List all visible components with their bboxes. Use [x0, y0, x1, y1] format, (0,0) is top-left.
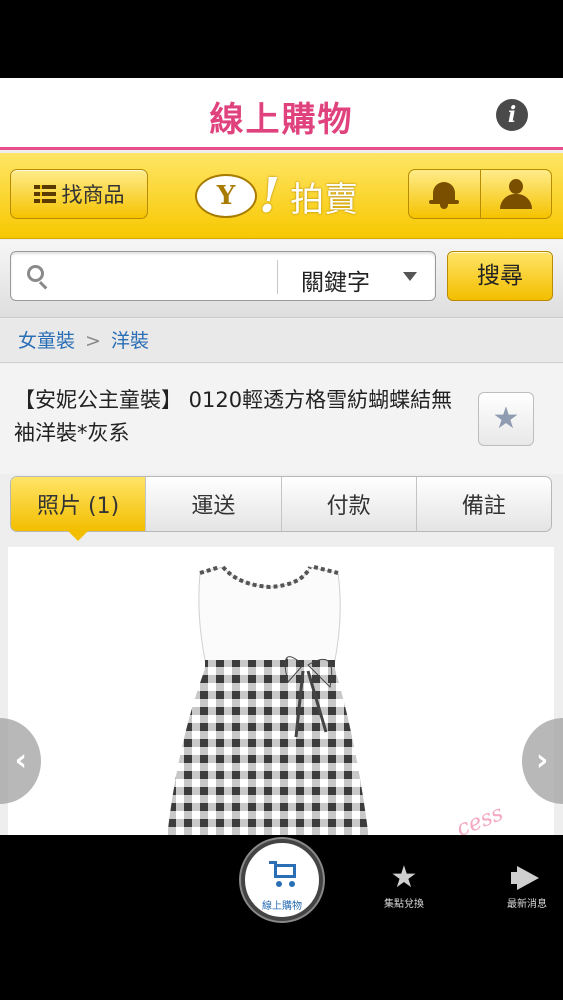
- bottom-nav-news[interactable]: 最新消息: [492, 861, 562, 910]
- star-icon: ★: [390, 860, 418, 895]
- bottom-nav-news-label: 最新消息: [507, 899, 547, 910]
- search-bar: 關鍵字 搜尋: [0, 240, 563, 318]
- breadcrumb-item-dresses[interactable]: 洋裝: [111, 330, 149, 352]
- info-icon[interactable]: i: [496, 99, 528, 131]
- dress-image: [167, 565, 369, 835]
- page-title: 線上購物: [209, 100, 354, 140]
- tab-notes[interactable]: 備註: [415, 477, 551, 531]
- bell-icon: [429, 179, 460, 209]
- app-screen: 線上購物 i 找商品 Y ! 拍賣 關鍵字 搜尋 女童裝 > 洋裝 【安妮公主童…: [0, 78, 563, 835]
- tab-photos[interactable]: 照片 (1): [11, 477, 146, 541]
- logo-y: Y: [195, 174, 257, 218]
- user-icon: [499, 179, 532, 209]
- product-tabs: 照片 (1) 運送 付款 備註: [10, 476, 552, 541]
- product-image[interactable]: cess: [8, 547, 554, 835]
- tab-shipping[interactable]: 運送: [145, 477, 280, 531]
- divider: [277, 260, 278, 294]
- brand-header: 找商品 Y ! 拍賣: [0, 153, 563, 239]
- yahoo-auction-logo: Y ! 拍賣: [195, 168, 359, 224]
- favorite-button[interactable]: ★: [478, 392, 534, 446]
- notifications-button[interactable]: [409, 170, 480, 218]
- bottom-nav-points-label: 集點兌換: [384, 899, 424, 910]
- bottom-nav-shopping-label: 線上購物: [262, 901, 302, 912]
- chevron-right-icon: ›: [536, 743, 549, 778]
- bottom-nav-shopping[interactable]: 線上購物: [241, 839, 323, 921]
- header-icon-group: [408, 169, 552, 219]
- list-icon: [33, 185, 56, 203]
- search-button[interactable]: 搜尋: [447, 251, 553, 301]
- megaphone-icon: [492, 861, 562, 895]
- logo-text: 拍賣: [290, 179, 359, 220]
- cart-icon: [269, 861, 299, 887]
- search-icon: [27, 265, 49, 290]
- product-title: 【安妮公主童裝】 0120輕透方格雪紡蝴蝶結無袖洋裝*灰系: [14, 388, 453, 445]
- star-icon: ★: [492, 401, 520, 436]
- title-bar: 線上購物 i: [0, 78, 563, 150]
- search-input[interactable]: [61, 260, 275, 294]
- account-button[interactable]: [479, 170, 552, 218]
- tab-payment[interactable]: 付款: [280, 477, 416, 531]
- breadcrumb: 女童裝 > 洋裝: [0, 319, 563, 363]
- search-scope-select[interactable]: 關鍵字: [301, 263, 370, 297]
- chevron-down-icon[interactable]: [403, 272, 417, 281]
- search-box: 關鍵字: [10, 251, 436, 301]
- bottom-nav-points[interactable]: ★ 集點兌換: [369, 860, 439, 911]
- breadcrumb-item-girls-clothing[interactable]: 女童裝: [18, 330, 75, 352]
- bottom-tab-bar: 線上購物 ★ 集點兌換 最新消息: [0, 835, 563, 1000]
- find-products-label: 找商品: [61, 183, 125, 207]
- breadcrumb-separator: >: [85, 330, 101, 352]
- logo-bang: !: [259, 168, 281, 224]
- product-title-section: 【安妮公主童裝】 0120輕透方格雪紡蝴蝶結無袖洋裝*灰系 ★: [0, 364, 563, 474]
- chevron-left-icon: ‹: [14, 743, 27, 778]
- find-products-button[interactable]: 找商品: [10, 169, 148, 219]
